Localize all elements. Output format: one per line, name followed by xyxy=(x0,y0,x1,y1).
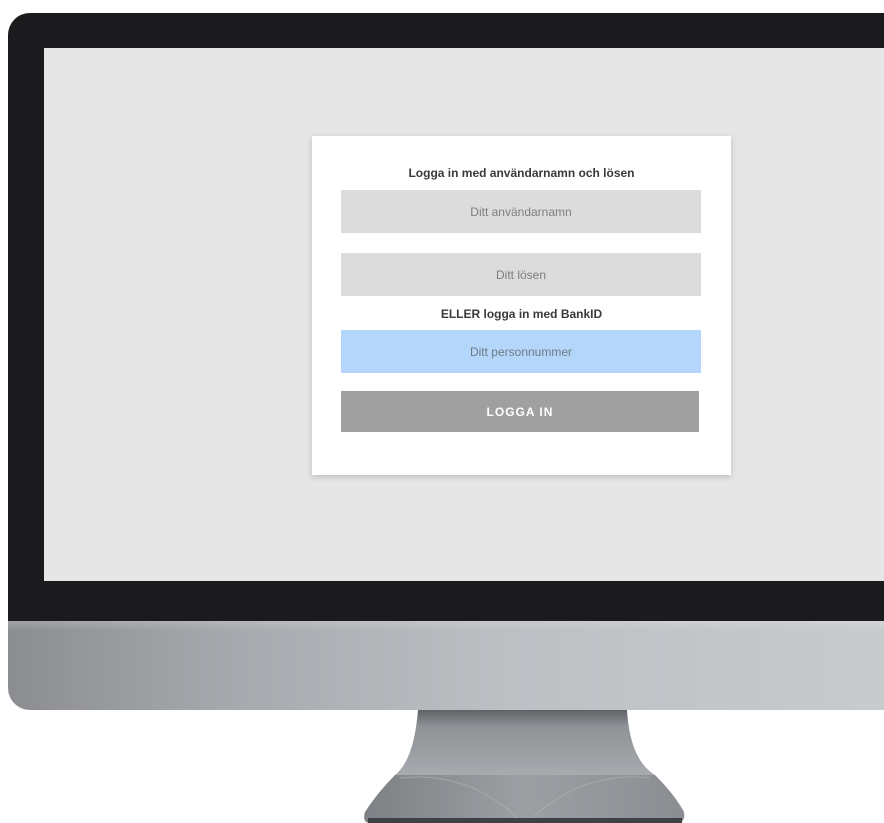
monitor-chin-highlight xyxy=(8,621,884,631)
credentials-heading: Logga in med användarnamn och lösen xyxy=(408,166,635,180)
stand-base xyxy=(364,775,685,823)
stand-base-curve-left xyxy=(399,776,524,823)
bankid-heading: ELLER logga in med BankID xyxy=(440,307,603,321)
stand-neck xyxy=(395,710,655,775)
stand-base-curve-right xyxy=(526,776,651,823)
username-input[interactable] xyxy=(341,190,701,233)
stand-base-shadow xyxy=(368,818,682,823)
monitor-mockup: Logga in med användarnamn och lösen ELLE… xyxy=(0,0,884,823)
personnummer-input[interactable] xyxy=(341,330,701,373)
password-input[interactable] xyxy=(341,253,701,296)
login-card: Logga in med användarnamn och lösen ELLE… xyxy=(312,136,731,475)
login-button[interactable]: LOGGA IN xyxy=(341,391,699,432)
monitor-chin xyxy=(8,621,884,710)
